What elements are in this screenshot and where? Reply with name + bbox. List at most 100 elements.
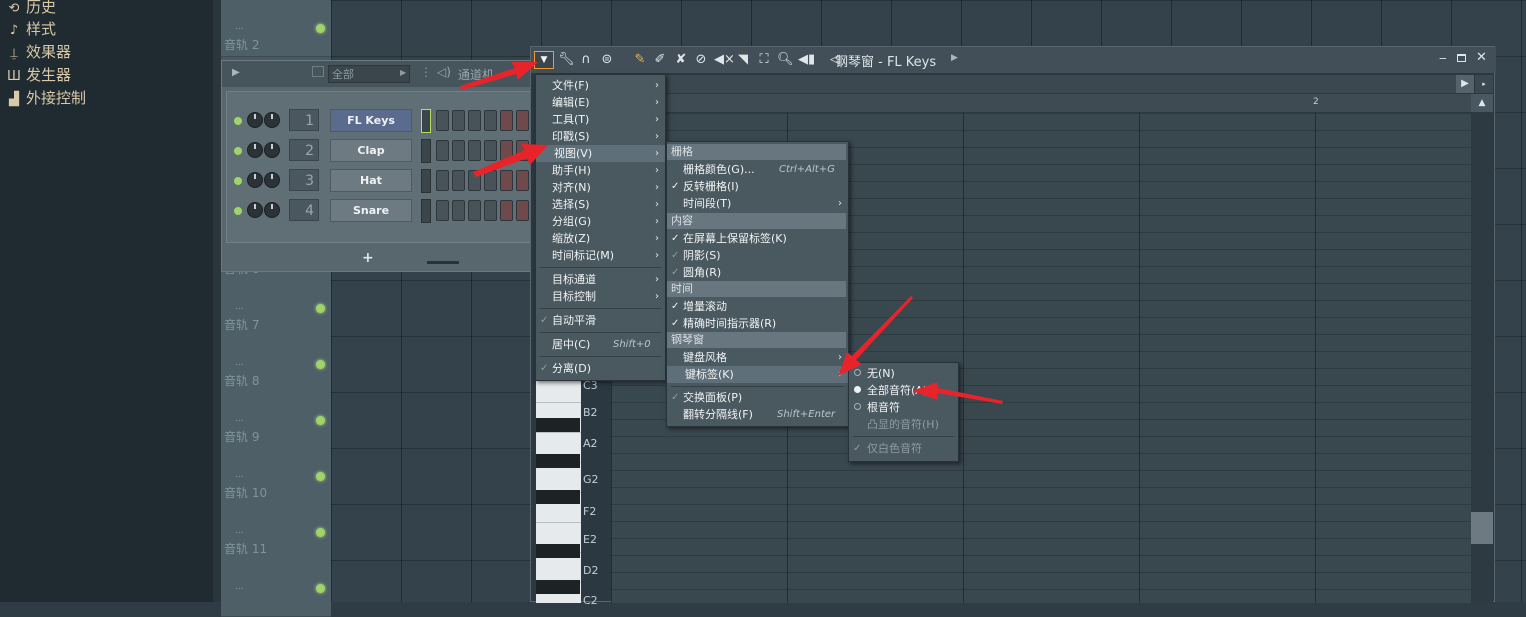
step-button[interactable] [500,110,513,131]
piano-key-black[interactable] [536,580,580,594]
menu-item-all-notes[interactable]: 全部音符(A) [849,382,958,399]
menu-item-snap[interactable]: 对齐(N) › [536,179,665,196]
piano-key[interactable] [536,492,581,523]
time-ruler[interactable]: 2 [661,94,1471,112]
step-button[interactable] [468,110,481,131]
menu-item-precise-indicator[interactable]: ✓ 精确时间指示器(R) [667,315,848,332]
menu-item-grid-color[interactable]: 栅格颜色(G)... Ctrl+Alt+G [667,161,848,178]
menu-item-invert-grid[interactable]: ✓ 反转栅格(I) [667,178,848,195]
chevron-right-icon[interactable]: ▶ [951,53,958,63]
scroll-right-icon[interactable]: ▶ [1456,75,1474,93]
magnet-icon[interactable]: ∩ [578,52,594,68]
step-button[interactable] [484,200,497,221]
channel-select-indicator[interactable] [421,139,431,163]
channel-button[interactable]: Clap [330,139,412,162]
channel-select-indicator[interactable] [421,169,431,193]
step-button[interactable] [452,110,465,131]
pan-knob[interactable] [264,112,280,128]
delete-tool-icon[interactable]: ✘ [673,52,689,68]
browser-item-effects[interactable]: ⍊ 效果器 [6,41,71,63]
mixer-track-number[interactable]: 1 [289,109,319,131]
mixer-track-number[interactable]: 2 [289,139,319,161]
channel-select-indicator[interactable] [421,109,431,133]
track-led[interactable] [316,472,325,481]
piano-key[interactable] [536,462,581,493]
track-header[interactable]: ... [221,560,331,617]
volume-knob[interactable] [247,112,263,128]
track-header[interactable]: ... 音轨 8 [221,336,331,393]
channel-select-indicator[interactable] [421,199,431,223]
volume-knob[interactable] [247,202,263,218]
stamp-icon[interactable]: ⊜ [599,52,615,68]
step-button[interactable] [516,140,529,161]
channel-button[interactable]: FL Keys [330,109,412,132]
menu-item-group[interactable]: 分组(G) › [536,213,665,230]
menu-item-center[interactable]: 居中(C) Shift+0 [536,336,665,353]
menu-item-root-note[interactable]: 根音符 [849,399,958,416]
slip-tool-icon[interactable]: ◥ [735,52,751,68]
panel-divider[interactable] [213,0,221,602]
track-led[interactable] [316,416,325,425]
step-button[interactable] [436,200,449,221]
pencil-icon[interactable]: ✎ [632,52,648,68]
brush-icon[interactable]: ✐ [652,52,668,68]
track-header[interactable]: ... 音轨 11 [221,504,331,561]
channel-button[interactable]: Hat [330,169,412,192]
step-button[interactable] [484,140,497,161]
step-button[interactable] [468,170,481,191]
menu-item-target-channel[interactable]: 目标通道 › [536,271,665,288]
browser-item-history[interactable]: ⟲ 历史 [6,0,56,18]
step-button[interactable] [484,170,497,191]
playback-tool-icon[interactable]: ◀▮ [798,52,815,68]
slice-tool-icon[interactable]: ◀× [714,52,735,68]
menu-item-target-control[interactable]: 目标控制 › [536,288,665,305]
channel-mute-led[interactable] [234,117,242,125]
menu-item-stamp[interactable]: 印戳(S) › [536,128,665,145]
track-led[interactable] [316,528,325,537]
step-button[interactable] [500,170,513,191]
volume-knob[interactable] [247,172,263,188]
select-tool-icon[interactable]: ⛶ [756,52,772,68]
mixer-track-number[interactable]: 4 [289,199,319,221]
menu-item-select[interactable]: 选择(S) › [536,196,665,213]
step-button[interactable] [516,200,529,221]
track-led[interactable] [316,360,325,369]
browser-item-styles[interactable]: ♪ 样式 [6,18,56,40]
menu-item-incremental-scroll[interactable]: ✓ 增量滚动 [667,298,848,315]
step-button[interactable] [500,140,513,161]
pan-knob[interactable] [264,172,280,188]
volume-knob[interactable] [247,142,263,158]
channel-mute-led[interactable] [234,177,242,185]
menu-item-auto-smooth[interactable]: ✓ 自动平滑 [536,312,665,329]
channel-button[interactable]: Snare [330,199,412,222]
track-led[interactable] [316,304,325,313]
browser-item-controllers[interactable]: ▟ 外接控制 [6,87,86,109]
menu-item-helpers[interactable]: 助手(H) › [536,162,665,179]
menu-item-shadows[interactable]: ✓ 阴影(S) [667,247,848,264]
step-button[interactable] [452,170,465,191]
menu-item-rounded[interactable]: ✓ 圆角(R) [667,264,848,281]
add-channel-button[interactable]: + [362,250,374,266]
menu-item-time-segment[interactable]: 时间段(T) › [667,195,848,212]
step-button[interactable] [516,110,529,131]
mixer-track-number[interactable]: 3 [289,169,319,191]
vertical-scrollbar[interactable]: ▲ [1471,94,1493,603]
channel-mute-led[interactable] [234,207,242,215]
maximize-icon[interactable] [1457,54,1466,62]
step-button[interactable] [436,140,449,161]
channel-filter-select[interactable]: 全部 [328,65,410,83]
step-button[interactable] [500,200,513,221]
menu-item-detach[interactable]: ✓ 分离(D) [536,360,665,377]
menu-item-tools[interactable]: 工具(T) › [536,111,665,128]
menu-item-flip-divider[interactable]: 翻转分隔线(F) Shift+Enter [667,406,848,423]
step-button[interactable] [516,170,529,191]
track-led[interactable] [316,24,325,33]
step-button[interactable] [452,140,465,161]
menu-item-view[interactable]: 视图(V) › [536,145,665,162]
track-led[interactable] [316,584,325,593]
scroll-end-icon[interactable]: ▸ [1475,75,1493,93]
rack-scrollbar[interactable] [427,261,459,264]
menu-item-keep-labels[interactable]: ✓ 在屏幕上保留标签(K) [667,230,848,247]
track-header[interactable]: ... 音轨 7 [221,280,331,337]
zoom-tool-icon[interactable]: 🔍︎ [777,52,794,68]
